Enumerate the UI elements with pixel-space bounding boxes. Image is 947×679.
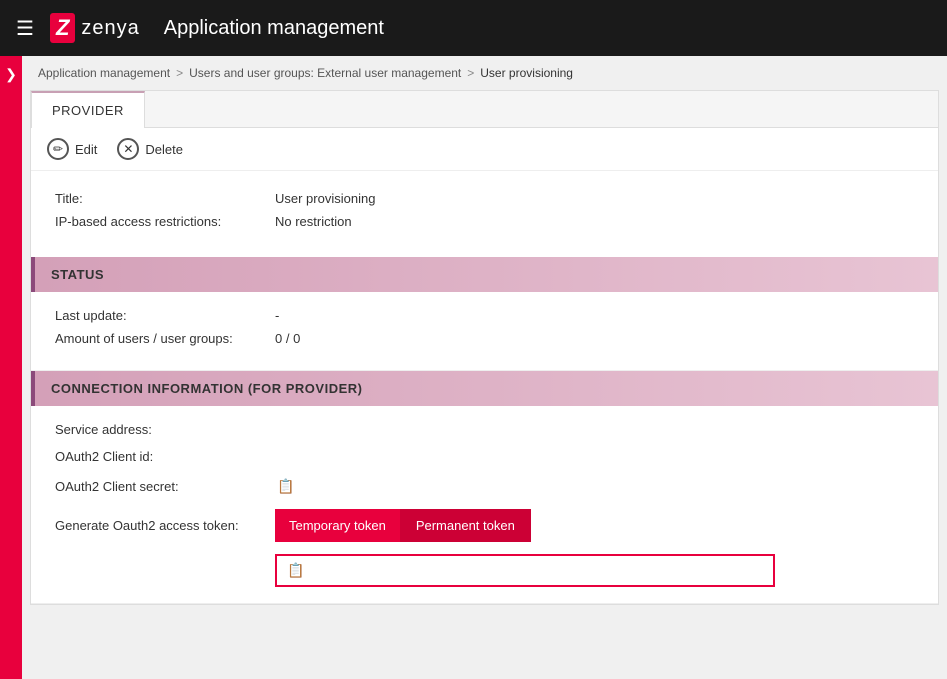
status-section-header: STATUS	[31, 257, 938, 292]
users-value: 0 / 0	[275, 331, 300, 346]
detail-section: Title: User provisioning IP-based access…	[31, 171, 938, 257]
oauth-client-secret-row: OAuth2 Client secret: 📋	[55, 476, 914, 497]
oauth-client-secret-value: 📋	[275, 476, 296, 497]
last-update-label: Last update:	[55, 308, 275, 323]
service-address-row: Service address:	[55, 422, 914, 437]
tab-bar: PROVIDER	[31, 91, 938, 128]
delete-button[interactable]: ✕ Delete	[117, 138, 183, 160]
edit-label: Edit	[75, 142, 97, 157]
permanent-token-button[interactable]: Permanent token	[400, 509, 531, 542]
temporary-token-button[interactable]: Temporary token	[275, 509, 400, 542]
users-row: Amount of users / user groups: 0 / 0	[55, 331, 914, 346]
breadcrumb-sep-2: >	[467, 66, 474, 80]
last-update-row: Last update: -	[55, 308, 914, 323]
edit-icon: ✏	[47, 138, 69, 160]
ip-value: No restriction	[275, 214, 352, 229]
topbar: ☰ Z zenya Application management	[0, 0, 947, 56]
main-content: Application management > Users and user …	[22, 56, 947, 679]
oauth-client-id-row: OAuth2 Client id:	[55, 449, 914, 464]
breadcrumb-app-mgmt[interactable]: Application management	[38, 66, 170, 80]
hamburger-menu-icon[interactable]: ☰	[16, 16, 34, 41]
title-value: User provisioning	[275, 191, 375, 206]
delete-label: Delete	[145, 142, 183, 157]
sidebar-toggle[interactable]: ❯	[0, 56, 22, 679]
generate-token-label: Generate Oauth2 access token:	[55, 518, 275, 533]
copy-token-icon[interactable]: 📋	[285, 560, 306, 581]
content-area: PROVIDER ✏ Edit ✕ Delete Title: User pro…	[30, 90, 939, 605]
token-input-field[interactable]	[314, 563, 765, 578]
last-update-value: -	[275, 308, 279, 323]
ip-label: IP-based access restrictions:	[55, 214, 275, 229]
logo-z-icon: Z	[50, 13, 75, 43]
layout: ❯ Application management > Users and use…	[0, 56, 947, 679]
status-section-content: Last update: - Amount of users / user gr…	[31, 292, 938, 371]
toolbar: ✏ Edit ✕ Delete	[31, 128, 938, 171]
breadcrumb: Application management > Users and user …	[22, 56, 947, 90]
edit-button[interactable]: ✏ Edit	[47, 138, 97, 160]
breadcrumb-users-groups[interactable]: Users and user groups: External user man…	[189, 66, 461, 80]
title-row: Title: User provisioning	[55, 191, 914, 206]
token-input-area: 📋	[275, 554, 775, 587]
service-address-label: Service address:	[55, 422, 275, 437]
oauth-client-secret-label: OAuth2 Client secret:	[55, 479, 275, 494]
breadcrumb-sep-1: >	[176, 66, 183, 80]
title-label: Title:	[55, 191, 275, 206]
breadcrumb-current: User provisioning	[480, 66, 573, 80]
sidebar-toggle-arrow-icon: ❯	[5, 66, 17, 83]
logo: Z zenya	[50, 13, 140, 43]
oauth-client-id-label: OAuth2 Client id:	[55, 449, 275, 464]
delete-icon: ✕	[117, 138, 139, 160]
connection-section-content: Service address: OAuth2 Client id: OAuth…	[31, 406, 938, 604]
tab-provider[interactable]: PROVIDER	[31, 91, 145, 128]
logo-text: zenya	[81, 17, 139, 40]
copy-secret-icon[interactable]: 📋	[275, 476, 296, 497]
users-label: Amount of users / user groups:	[55, 331, 275, 346]
connection-section-header: CONNECTION INFORMATION (FOR PROVIDER)	[31, 371, 938, 406]
ip-row: IP-based access restrictions: No restric…	[55, 214, 914, 229]
generate-token-row: Generate Oauth2 access token: Temporary …	[55, 509, 914, 542]
token-buttons: Temporary token Permanent token	[275, 509, 531, 542]
page-title: Application management	[164, 17, 384, 40]
